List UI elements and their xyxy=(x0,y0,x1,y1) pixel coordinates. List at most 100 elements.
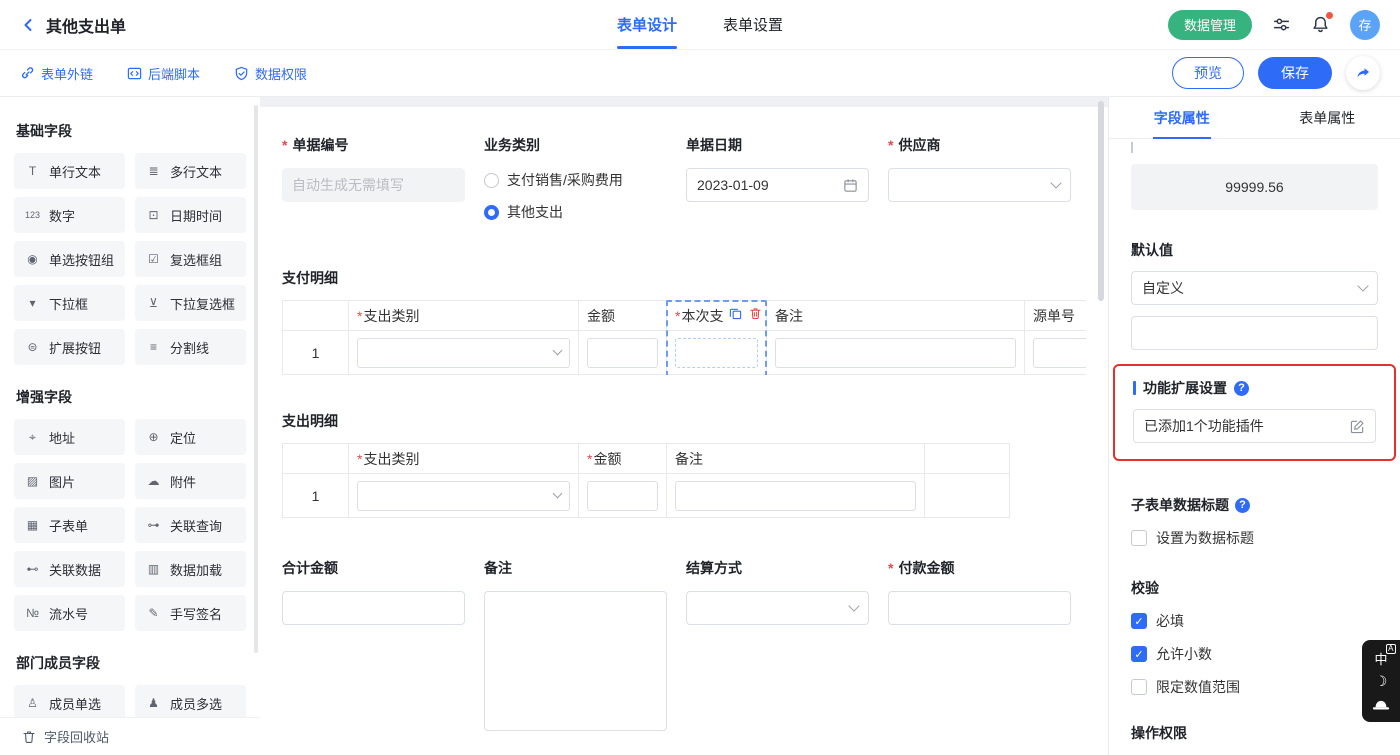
item-label: 单行文本 xyxy=(49,162,101,181)
field-supplier[interactable]: 供应商 xyxy=(888,135,1071,232)
remark-input[interactable] xyxy=(775,338,1016,368)
tab-label: 字段属性 xyxy=(1154,108,1210,128)
help-icon[interactable]: ? xyxy=(1234,381,1249,396)
tab-form-settings[interactable]: 表单设置 xyxy=(723,0,783,49)
col-header-source-no[interactable]: 源单号 xyxy=(1025,301,1087,331)
field-total-amount[interactable]: 合计金额 xyxy=(282,558,465,731)
checkbox-required[interactable]: 必填 xyxy=(1131,611,1378,631)
sidebar-item-multi-dropdown[interactable]: ⊻下拉复选框 xyxy=(135,285,246,321)
col-header-remark[interactable]: 备注 xyxy=(667,444,925,474)
header-actions: 数据管理 存 xyxy=(1168,10,1380,40)
help-icon[interactable]: ? xyxy=(1235,498,1250,513)
item-label: 数据加载 xyxy=(170,560,222,579)
field-biz-type[interactable]: 业务类别 支付销售/采购费用 其他支出 xyxy=(484,135,667,232)
settle-method-select[interactable] xyxy=(686,591,869,625)
col-header-expense-type[interactable]: 支出类别 xyxy=(349,444,579,474)
col-header-amount[interactable]: 金额 xyxy=(579,301,667,331)
default-value-input[interactable] xyxy=(1131,316,1378,350)
data-manage-button[interactable]: 数据管理 xyxy=(1168,10,1252,40)
tab-field-properties[interactable]: 字段属性 xyxy=(1109,97,1255,138)
default-value-select[interactable]: 自定义 xyxy=(1131,271,1378,305)
total-amount-input[interactable] xyxy=(282,591,465,625)
sidebar-item-checkbox-group[interactable]: ☑复选框组 xyxy=(135,241,246,277)
cell-remark xyxy=(667,474,925,518)
dark-mode-moon-icon[interactable]: ☽ xyxy=(1375,671,1388,691)
sidebar-item-dropdown[interactable]: ▾下拉框 xyxy=(14,285,125,321)
subform-title-checkbox-row[interactable]: 设置为数据标题 xyxy=(1131,528,1378,548)
sidebar-item-member-multi[interactable]: ♟成员多选 xyxy=(135,685,246,721)
sidebar-item-address[interactable]: ⌖地址 xyxy=(14,419,125,455)
supplier-select[interactable] xyxy=(888,168,1071,202)
checkbox-limit-range[interactable]: 限定数值范围 xyxy=(1131,677,1378,697)
pay-amount-input[interactable] xyxy=(888,591,1071,625)
sidebar-item-attachment[interactable]: ☁附件 xyxy=(135,463,246,499)
sidebar-item-serial-number[interactable]: №流水号 xyxy=(14,595,125,631)
tab-label: 表单设置 xyxy=(723,14,783,35)
sidebar-item-extend-button[interactable]: ⊜扩展按钮 xyxy=(14,329,125,365)
copy-field-icon[interactable] xyxy=(729,307,742,320)
data-permission-button[interactable]: 数据权限 xyxy=(234,64,307,83)
delete-field-icon[interactable] xyxy=(749,307,762,320)
field-settle-method[interactable]: 结算方式 xyxy=(686,558,869,731)
tab-form-properties[interactable]: 表单属性 xyxy=(1255,97,1400,138)
avatar[interactable]: 存 xyxy=(1350,10,1380,40)
sidebar-item-datetime[interactable]: ⊡日期时间 xyxy=(135,197,246,233)
header-tabs: 表单设计 表单设置 xyxy=(617,0,783,49)
sidebar-item-linked-query[interactable]: ⊶关联查询 xyxy=(135,507,246,543)
current-pay-input[interactable] xyxy=(675,338,758,368)
expense-type-select[interactable] xyxy=(357,338,570,368)
edit-icon[interactable] xyxy=(1350,419,1365,434)
notification-bell-icon[interactable] xyxy=(1311,15,1330,34)
chevron-down-icon xyxy=(848,600,859,611)
doc-number-input[interactable]: 自动生成无需填写 xyxy=(282,168,465,202)
sidebar-item-image[interactable]: ▨图片 xyxy=(14,463,125,499)
radio-option-1[interactable]: 支付销售/采购费用 xyxy=(484,168,667,192)
clipped-checkbox[interactable] xyxy=(1131,142,1133,153)
field-remark[interactable]: 备注 xyxy=(484,558,667,731)
expense-type-select[interactable] xyxy=(357,481,570,511)
col-header-amount[interactable]: 金额 xyxy=(579,444,667,474)
radio-option-2[interactable]: 其他支出 xyxy=(484,200,667,224)
remark-textarea[interactable] xyxy=(484,591,667,731)
save-button[interactable]: 保存 xyxy=(1258,57,1332,89)
field-recycle-bin[interactable]: 字段回收站 xyxy=(0,717,260,755)
preview-button[interactable]: 预览 xyxy=(1172,57,1244,89)
doc-date-input[interactable]: 2023-01-09 xyxy=(686,168,869,202)
blue-bar-icon xyxy=(1133,381,1136,395)
remark-input[interactable] xyxy=(675,481,916,511)
checkbox-allow-decimal[interactable]: 允许小数 xyxy=(1131,644,1378,664)
canvas-scrollbar[interactable] xyxy=(1098,101,1104,301)
sidebar-item-subform[interactable]: ▦子表单 xyxy=(14,507,125,543)
back-button[interactable] xyxy=(20,17,36,33)
sidebar-scrollbar[interactable] xyxy=(254,105,258,653)
sidebar-item-single-text[interactable]: T单行文本 xyxy=(14,153,125,189)
amount-input[interactable] xyxy=(587,481,658,511)
col-header-remark[interactable]: 备注 xyxy=(767,301,1025,331)
language-toggle-icon[interactable]: 中 A xyxy=(1374,648,1387,668)
sliders-icon[interactable] xyxy=(1272,15,1291,34)
sidebar-item-geolocation[interactable]: ⊕定位 xyxy=(135,419,246,455)
sidebar-item-divider[interactable]: ≡分割线 xyxy=(135,329,246,365)
field-doc-date[interactable]: 单据日期 2023-01-09 xyxy=(686,135,869,232)
sidebar-item-signature[interactable]: ✎手写签名 xyxy=(135,595,246,631)
source-no-input[interactable] xyxy=(1033,338,1086,368)
sidebar-item-number[interactable]: 123数字 xyxy=(14,197,125,233)
tab-form-design[interactable]: 表单设计 xyxy=(617,0,677,49)
sidebar-item-member-single[interactable]: ♙成员单选 xyxy=(14,685,125,721)
backend-script-button[interactable]: 后端脚本 xyxy=(127,64,200,83)
sidebar-item-multi-text[interactable]: ≣多行文本 xyxy=(135,153,246,189)
amount-input[interactable] xyxy=(587,338,658,368)
theme-hat-icon[interactable] xyxy=(1372,694,1390,714)
cell-expense-type xyxy=(349,331,579,375)
sidebar-item-data-load[interactable]: ▥数据加载 xyxy=(135,551,246,587)
field-doc-number[interactable]: 单据编号 自动生成无需填写 xyxy=(282,135,465,232)
plugin-input[interactable]: 已添加1个功能插件 xyxy=(1133,409,1376,443)
empty-header-cell xyxy=(925,444,1010,474)
sidebar-item-radio-group[interactable]: ◉单选按钮组 xyxy=(14,241,125,277)
share-button[interactable] xyxy=(1346,56,1380,90)
sidebar-item-linked-data[interactable]: ⊷关联数据 xyxy=(14,551,125,587)
item-label: 定位 xyxy=(170,428,196,447)
col-header-expense-type[interactable]: 支出类别 xyxy=(349,301,579,331)
form-link-button[interactable]: 表单外链 xyxy=(20,64,93,83)
field-pay-amount[interactable]: 付款金额 xyxy=(888,558,1071,731)
